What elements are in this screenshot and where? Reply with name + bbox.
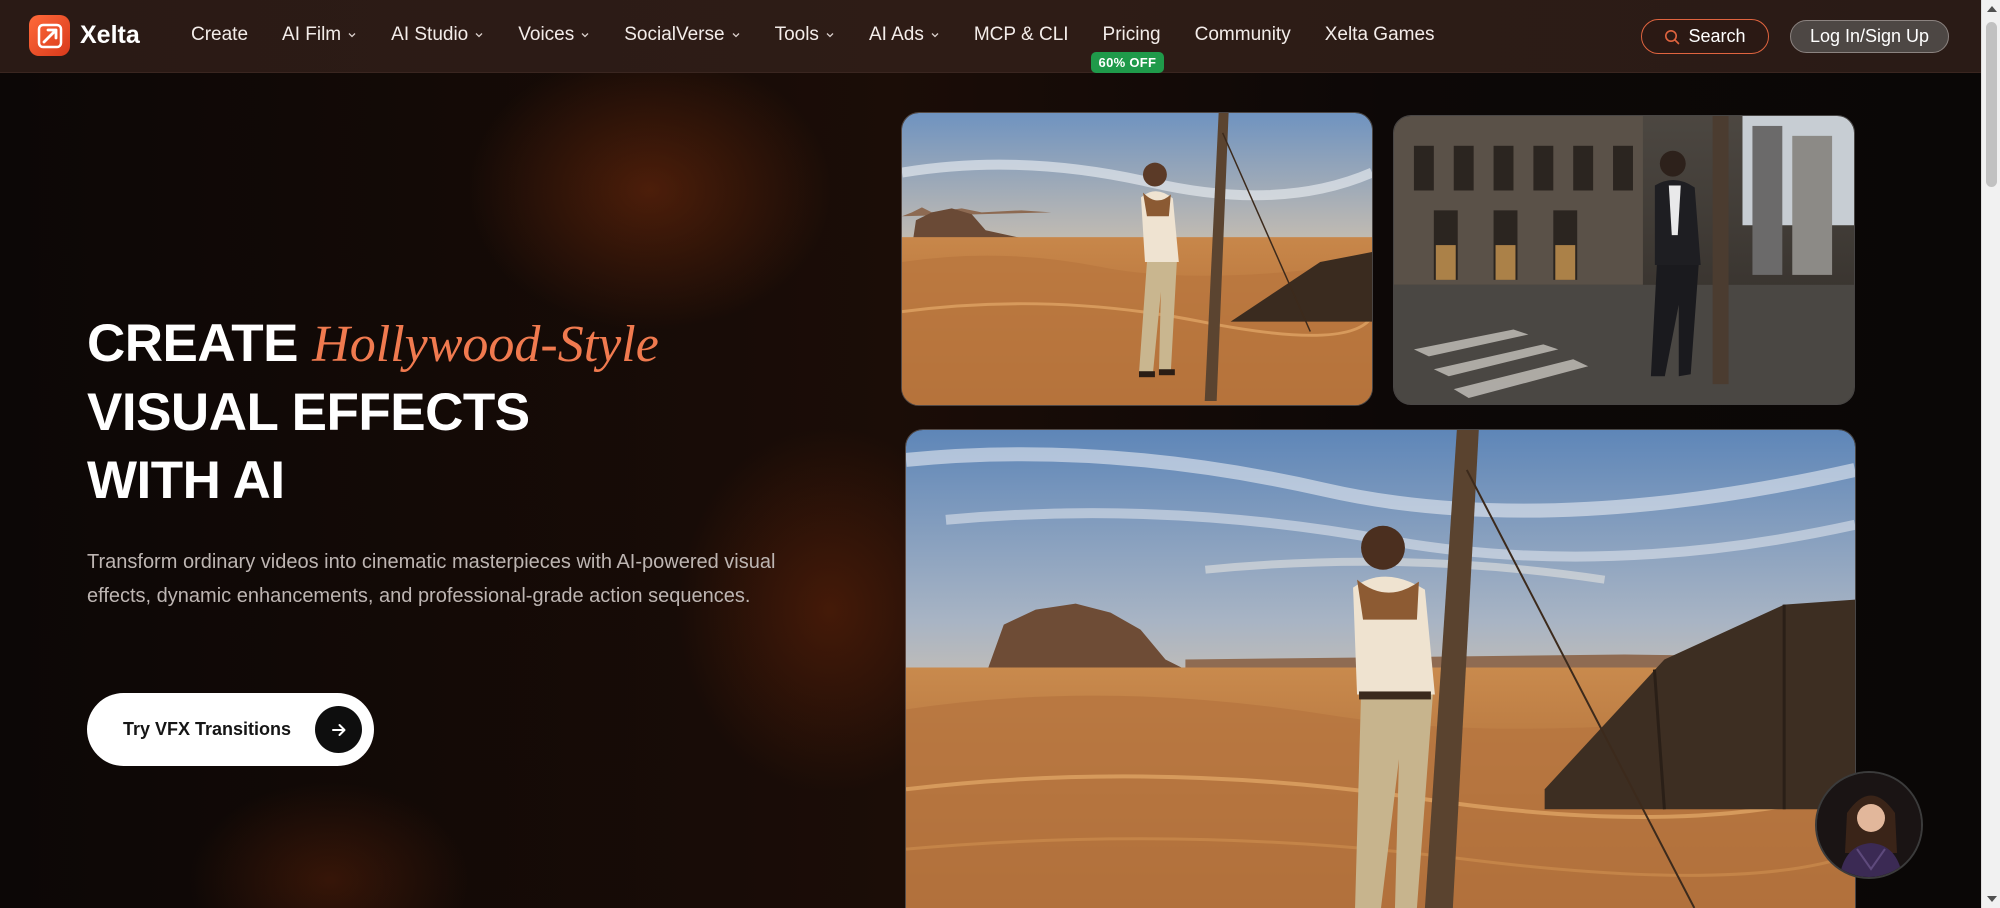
hero-title-prefix: CREATE — [87, 314, 298, 373]
page: Xelta Create AI Film AI Studio Voices Social… — [0, 0, 1981, 908]
chevron-down-icon — [826, 33, 834, 38]
chevron-down-icon — [348, 33, 356, 38]
desert-scene-preview[interactable] — [905, 429, 1856, 908]
cta-label: Try VFX Transitions — [123, 719, 292, 739]
nav-item-ai-ads[interactable]: AI Ads — [869, 24, 940, 46]
nav-item-label: Pricing — [1102, 24, 1161, 45]
arrow-right-icon — [315, 706, 362, 753]
login-signup-button[interactable]: Log In/Sign Up — [1790, 20, 1949, 53]
xelta-logo-icon — [29, 15, 70, 56]
nav-item-label: AI Film — [282, 24, 342, 45]
nav-item-label: AI Ads — [868, 24, 924, 45]
nav-item-label: Community — [1194, 24, 1291, 45]
nav-item-create[interactable]: Create — [191, 24, 248, 46]
nav-item-label: Tools — [774, 24, 819, 45]
chevron-down-icon — [581, 33, 589, 38]
hero-title: CREATE Hollywood-Style VISUAL EFFECTS WI… — [87, 310, 659, 515]
hero-title-line3: WITH AI — [87, 451, 285, 510]
nav-item-xelta-games[interactable]: Xelta Games — [1325, 24, 1435, 46]
hero-title-line2: VISUAL EFFECTS — [87, 383, 530, 442]
nav-item-label: Create — [191, 24, 249, 45]
discount-badge: 60% OFF — [1090, 52, 1165, 73]
scrollbar-thumb[interactable] — [1986, 22, 1997, 187]
nav-item-voices[interactable]: Voices — [518, 24, 590, 46]
nav-item-label: AI Studio — [391, 24, 469, 45]
nav-item-label: MCP & CLI — [973, 24, 1069, 45]
try-vfx-transitions-button[interactable]: Try VFX Transitions — [87, 693, 374, 766]
chevron-down-icon — [931, 33, 939, 38]
scroll-down-icon[interactable] — [1987, 896, 1997, 902]
nav-item-socialverse[interactable]: SocialVerse — [624, 24, 740, 46]
hero-title-accent: Hollywood-Style — [312, 316, 659, 373]
nav-item-community[interactable]: Community — [1195, 24, 1291, 46]
chevron-down-icon — [732, 33, 740, 38]
chevron-down-icon — [475, 33, 483, 38]
search-button[interactable]: Search — [1641, 19, 1769, 54]
scroll-up-icon[interactable] — [1987, 6, 1997, 12]
hero-description: Transform ordinary videos into cinematic… — [87, 551, 776, 607]
top-nav: Xelta Create AI Film AI Studio Voices Social… — [0, 0, 1981, 73]
city-scene-thumbnail[interactable] — [1393, 115, 1855, 405]
vertical-scrollbar[interactable] — [1981, 0, 2000, 908]
main-menu: Create AI Film AI Studio Voices SocialVerse T… — [191, 0, 1469, 73]
nav-item-tools[interactable]: Tools — [775, 24, 835, 46]
nav-item-mcp-cli[interactable]: MCP & CLI — [974, 24, 1069, 46]
ai-assistant-avatar[interactable] — [1815, 771, 1923, 879]
search-label: Search — [1688, 26, 1746, 46]
nav-item-pricing[interactable]: Pricing 60% OFF — [1090, 24, 1165, 73]
search-icon — [1665, 29, 1680, 44]
brand-name: Xelta — [80, 21, 140, 49]
desert-scene-thumbnail[interactable] — [901, 112, 1373, 406]
nav-item-ai-film[interactable]: AI Film — [282, 24, 357, 46]
brand-logo[interactable]: Xelta — [29, 15, 140, 56]
nav-item-ai-studio[interactable]: AI Studio — [391, 24, 484, 46]
nav-item-label: Voices — [518, 24, 575, 45]
nav-item-label: Xelta Games — [1324, 24, 1435, 45]
nav-item-label: SocialVerse — [624, 24, 725, 45]
